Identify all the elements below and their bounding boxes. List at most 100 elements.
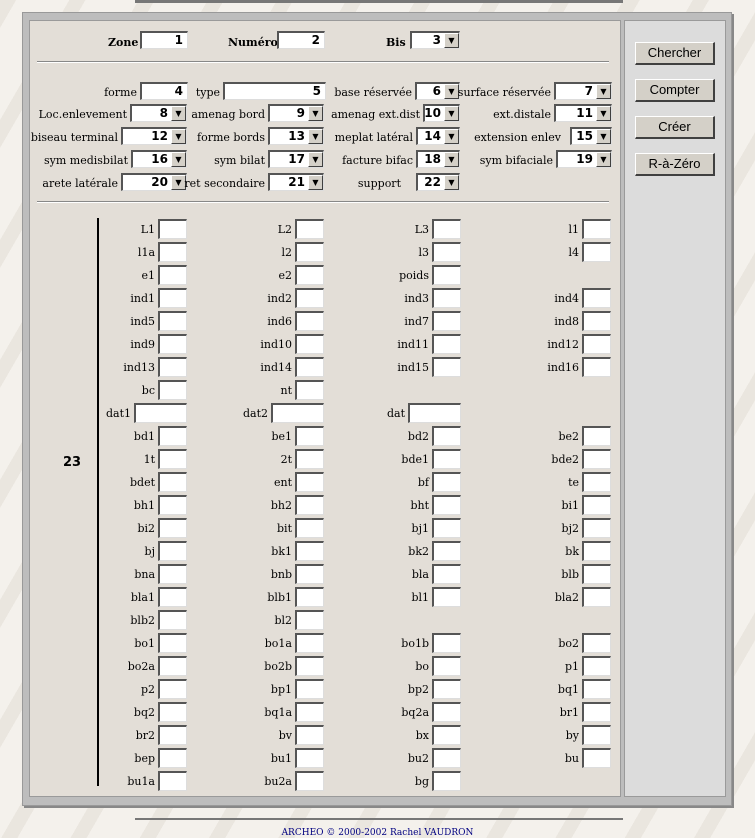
measure-input[interactable] xyxy=(295,541,324,561)
measure-input[interactable] xyxy=(158,748,187,768)
measure-input[interactable] xyxy=(432,219,461,239)
measure-input[interactable] xyxy=(432,587,461,607)
chevron-down-icon[interactable]: ▼ xyxy=(444,84,459,99)
measure-input[interactable] xyxy=(582,242,611,262)
measure-input[interactable] xyxy=(432,771,461,791)
measure-input[interactable] xyxy=(134,403,187,423)
measure-input[interactable] xyxy=(582,311,611,331)
measure-input[interactable] xyxy=(158,541,187,561)
measure-input[interactable] xyxy=(158,380,187,400)
measure-input[interactable] xyxy=(158,610,187,630)
chevron-down-icon[interactable]: ▼ xyxy=(171,152,186,167)
attr-field[interactable]: 4 xyxy=(140,82,188,100)
measure-input[interactable] xyxy=(295,656,324,676)
measure-input[interactable] xyxy=(158,426,187,446)
measure-input[interactable] xyxy=(295,219,324,239)
measure-input[interactable] xyxy=(432,495,461,515)
measure-input[interactable] xyxy=(432,748,461,768)
attr-select[interactable]: 8 ▼ xyxy=(130,104,187,122)
attr-select[interactable]: 21 ▼ xyxy=(268,173,324,191)
measure-input[interactable] xyxy=(582,725,611,745)
measure-input[interactable] xyxy=(582,449,611,469)
chevron-down-icon[interactable]: ▼ xyxy=(596,84,611,99)
measure-input[interactable] xyxy=(295,679,324,699)
measure-input[interactable] xyxy=(582,357,611,377)
measure-input[interactable] xyxy=(432,472,461,492)
measure-input[interactable] xyxy=(295,610,324,630)
attr-select[interactable]: 9 ▼ xyxy=(268,104,324,122)
attr-select[interactable]: 22 ▼ xyxy=(416,173,460,191)
attr-select[interactable]: 16 ▼ xyxy=(131,150,187,168)
attr-select[interactable]: 19 ▼ xyxy=(556,150,612,168)
chercher-button[interactable]: Chercher xyxy=(635,42,715,65)
measure-input[interactable] xyxy=(158,472,187,492)
compter-button[interactable]: Compter xyxy=(635,79,715,102)
attr-select[interactable]: 11 ▼ xyxy=(554,104,612,122)
measure-input[interactable] xyxy=(582,426,611,446)
measure-input[interactable] xyxy=(432,725,461,745)
attr-select[interactable]: 15 ▼ xyxy=(570,127,612,145)
measure-input[interactable] xyxy=(295,748,324,768)
measure-input[interactable] xyxy=(582,334,611,354)
attr-select[interactable]: 10 ▼ xyxy=(423,104,460,122)
chevron-down-icon[interactable]: ▼ xyxy=(308,175,323,190)
measure-input[interactable] xyxy=(158,334,187,354)
zone-field[interactable]: 1 xyxy=(140,31,188,49)
attr-select[interactable]: 18 ▼ xyxy=(416,150,460,168)
attr-select[interactable]: 12 ▼ xyxy=(121,127,187,145)
attr-select[interactable]: 7 ▼ xyxy=(554,82,612,100)
bis-select[interactable]: 3 ▼ xyxy=(410,31,460,49)
measure-input[interactable] xyxy=(432,679,461,699)
measure-input[interactable] xyxy=(158,518,187,538)
chevron-down-icon[interactable]: ▼ xyxy=(444,129,459,144)
measure-input[interactable] xyxy=(295,564,324,584)
measure-input[interactable] xyxy=(158,242,187,262)
chevron-down-icon[interactable]: ▼ xyxy=(444,106,459,121)
measure-input[interactable] xyxy=(582,656,611,676)
measure-input[interactable] xyxy=(158,449,187,469)
measure-input[interactable] xyxy=(295,426,324,446)
measure-input[interactable] xyxy=(432,334,461,354)
measure-input[interactable] xyxy=(582,702,611,722)
measure-input[interactable] xyxy=(432,702,461,722)
measure-input[interactable] xyxy=(432,242,461,262)
measure-input[interactable] xyxy=(158,633,187,653)
attr-select[interactable]: 6 ▼ xyxy=(415,82,460,100)
measure-input[interactable] xyxy=(295,449,324,469)
measure-input[interactable] xyxy=(158,288,187,308)
measure-input[interactable] xyxy=(158,265,187,285)
chevron-down-icon[interactable]: ▼ xyxy=(308,106,323,121)
measure-input[interactable] xyxy=(271,403,324,423)
attr-field[interactable]: 5 xyxy=(223,82,326,100)
measure-input[interactable] xyxy=(158,219,187,239)
measure-input[interactable] xyxy=(295,725,324,745)
measure-input[interactable] xyxy=(582,748,611,768)
measure-input[interactable] xyxy=(295,702,324,722)
chevron-down-icon[interactable]: ▼ xyxy=(308,129,323,144)
measure-input[interactable] xyxy=(158,564,187,584)
measure-input[interactable] xyxy=(295,495,324,515)
measure-input[interactable] xyxy=(432,541,461,561)
reset-button[interactable]: R-à-Zéro xyxy=(635,153,715,176)
chevron-down-icon[interactable]: ▼ xyxy=(596,106,611,121)
chevron-down-icon[interactable]: ▼ xyxy=(444,33,459,48)
measure-input[interactable] xyxy=(432,311,461,331)
measure-input[interactable] xyxy=(582,518,611,538)
measure-input[interactable] xyxy=(158,587,187,607)
measure-input[interactable] xyxy=(582,564,611,584)
attr-select[interactable]: 14 ▼ xyxy=(416,127,460,145)
measure-input[interactable] xyxy=(295,288,324,308)
measure-input[interactable] xyxy=(432,656,461,676)
measure-input[interactable] xyxy=(582,219,611,239)
measure-input[interactable] xyxy=(295,472,324,492)
measure-input[interactable] xyxy=(432,518,461,538)
measure-input[interactable] xyxy=(432,288,461,308)
measure-input[interactable] xyxy=(295,357,324,377)
measure-input[interactable] xyxy=(582,288,611,308)
measure-input[interactable] xyxy=(295,587,324,607)
measure-input[interactable] xyxy=(158,357,187,377)
measure-input[interactable] xyxy=(432,633,461,653)
measure-input[interactable] xyxy=(158,725,187,745)
measure-input[interactable] xyxy=(158,771,187,791)
measure-input[interactable] xyxy=(158,656,187,676)
